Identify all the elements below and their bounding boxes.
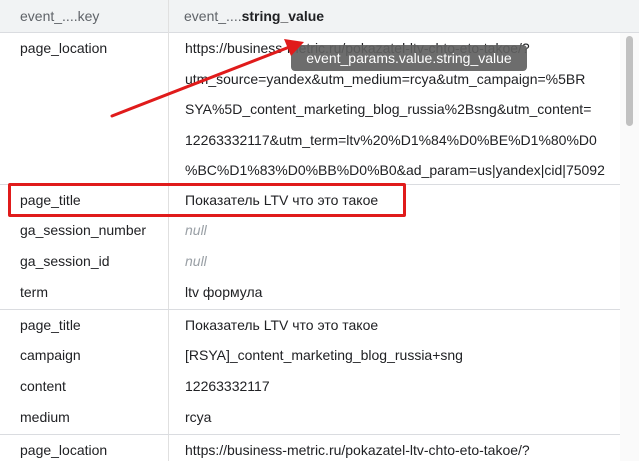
row-value: rcya [185,409,212,425]
value-line: %BC%D1%83%D0%BB%D0%B0&ad_param=us|yandex… [185,162,605,178]
column-header-key[interactable]: event_....key [20,0,99,33]
grid-header: event_....key event_....string_value [0,0,639,33]
table-row[interactable]: content 12263332117 [0,371,639,402]
row-key: content [20,378,66,394]
column-header-value-suffix: string_value [241,8,325,24]
table-row[interactable]: medium rcya [0,402,639,433]
column-tooltip: event_params.value.string_value [291,45,527,71]
table-row[interactable]: page_title Показатель LTV что это такое [0,309,639,340]
value-line: SYA%5D_content_marketing_blog_russia%2Bs… [185,101,592,117]
table-row[interactable]: campaign [RSYA]_content_marketing_blog_r… [0,340,639,371]
row-value: 12263332117 [185,378,270,394]
row-value: null [185,253,207,269]
table-row[interactable]: term ltv формула [0,277,639,308]
row-key: ga_session_number [20,222,147,238]
table-row[interactable]: page_location https://business-metric.ru… [0,434,639,461]
column-header-key-prefix: event_.... [20,8,78,24]
row-value: null [185,222,207,238]
row-key: page_title [20,317,81,333]
column-header-value[interactable]: event_....string_value [184,0,324,33]
row-key: ga_session_id [20,253,110,269]
row-key: medium [20,409,70,425]
row-key: page_title [20,192,81,208]
row-key: page_location [20,442,108,458]
table-row[interactable]: page_title Показатель LTV что это такое [0,184,639,215]
column-header-key-suffix: key [77,8,100,24]
row-key: page_location [20,40,108,56]
row-value: https://business-metric.ru/pokazatel-ltv… [185,442,530,458]
column-header-value-prefix: event_.... [184,8,242,24]
row-value: [RSYA]_content_marketing_blog_russia+sng [185,347,463,363]
value-line: 12263332117&utm_term=ltv%20%D1%84%D0%BE%… [185,131,597,148]
table-row[interactable]: ga_session_id null [0,246,639,277]
row-key: campaign [20,347,81,363]
table-row[interactable]: ga_session_number null [0,215,639,246]
scrollbar-thumb[interactable] [626,36,633,126]
row-value: ltv формула [185,284,263,300]
row-value: Показатель LTV что это такое [185,192,379,208]
results-grid: event_....key event_....string_value pag… [0,0,639,461]
row-key: term [20,284,48,300]
row-value: Показатель LTV что это такое [185,317,379,333]
